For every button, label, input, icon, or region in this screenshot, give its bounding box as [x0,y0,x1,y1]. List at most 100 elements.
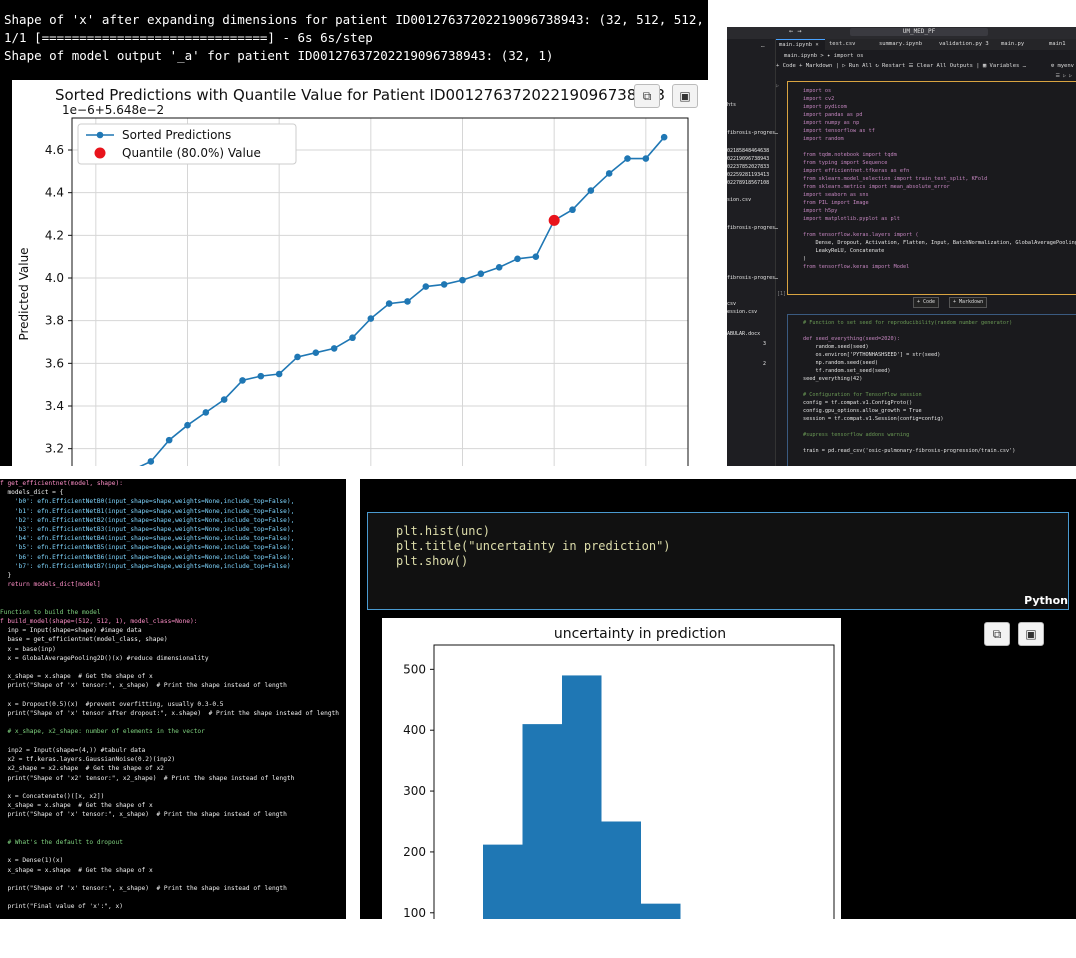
y-tick-label: 500 [403,662,426,676]
legend-label: Sorted Predictions [122,128,231,142]
y-tick-label: 3.8 [45,314,64,328]
code-line: train = pd.read_csv('osic-pulmonary-fibr… [803,448,1016,454]
code-line: 'b3': efn.EfficientNetB3(input_shape=sha… [0,526,295,534]
code-line: from tqdm.notebook import tqdm [803,152,897,158]
more-icon[interactable]: … [761,42,765,49]
code-line: print("Shape of 'x' tensor:", x_shape) #… [0,682,287,690]
breadcrumb[interactable]: main.ipynb > ✦ import os [784,53,863,59]
copy-icon[interactable]: ⧉ [634,84,660,108]
cell-1-code: import os import cv2 import pydicom import … [803,87,1076,271]
code-line: # Function to set seed for reproducibili… [803,320,1013,326]
prediction-point [294,353,301,361]
tab-validation[interactable]: validation.py 3 [936,39,995,50]
code-line: # Configuration for TensorFlow session [803,392,922,398]
output-line-3: Shape of model output '_a' for patient I… [4,48,554,63]
tab-main-py[interactable]: main.py [998,39,1041,50]
code-line: config = tf.compat.v1.ConfigProto() [803,400,913,406]
code-line: x = GlobalAveragePooling2D()(x) #reduce … [0,654,209,662]
code-line: x = Dropout(0.5)(x) #prevent overfitting… [0,700,224,708]
add-markdown-button[interactable]: + Markdown [949,297,988,308]
prediction-point [660,133,668,141]
sidebar-item[interactable]: 02259281193413 [727,172,769,178]
code-line: np.random.seed(seed) [803,360,878,366]
ide-window: ← → UM_MED_PF … hts fibrosis-progres… 02… [727,27,1076,466]
prediction-point [165,436,173,444]
uncertainty-histogram: uncertainty in prediction 100 200 300 400 500 [403,626,835,919]
tab-summary[interactable]: summary.ipynb [876,39,933,50]
code-line-3: plt.show() [396,554,469,568]
prediction-point [257,372,265,380]
code-line: x_shape = x.shape # Get the shape of x [0,802,153,810]
explorer-sidebar: … hts fibrosis-progres… 02185848464638 0… [727,39,778,466]
prediction-point [642,155,650,162]
histogram-bar [641,903,681,919]
code-line: import cv2 [803,96,835,102]
sidebar-item[interactable]: ABULAR.docx [727,331,760,337]
prediction-point [385,300,393,307]
notebook-output-panel: Shape of 'x' after expanding dimensions … [0,0,708,466]
sidebar-item[interactable]: 02185848464638 [727,148,769,154]
copy-icon[interactable]: ⧉ [984,622,1010,646]
code-line: seed_everything(42) [803,376,863,382]
sidebar-item[interactable]: fibrosis-progres… [727,130,778,136]
prediction-point [184,421,191,429]
sidebar-item[interactable]: ession.csv [727,309,757,315]
sidebar-item[interactable]: fibrosis-progres… [727,275,778,281]
notebook-toolbar-actions[interactable]: + Code + Markdown | ▷ Run All ↻ Restart … [776,63,1026,69]
sidebar-item[interactable]: sion.csv [727,197,751,203]
code-line: from sklearn.metrics import mean_absolut… [803,184,950,190]
notebook-toolbar: + Code + Markdown | ▷ Run All ↻ Restart … [776,61,1076,71]
code-line: base = get_efficientnet(model_class, sha… [0,636,168,644]
sidebar-item[interactable]: hts [727,102,736,108]
code-line: models_dict = { [0,489,64,497]
prediction-point [367,315,375,322]
prediction-point [495,264,503,271]
save-icon[interactable]: ▣ [672,84,698,108]
y-tick-label: 4.2 [45,228,64,242]
cell-toolbar-icons[interactable]: ☰ ▷ ▷ [1055,73,1072,79]
command-search[interactable]: UM_MED_PF [850,28,988,36]
sidebar-item[interactable]: fibrosis-progres… [727,225,778,231]
code-line: x_shape = x.shape # Get the shape of x [0,866,153,874]
code-line: tf.random.set_seed(seed) [803,368,891,374]
code-line: 'b2': efn.EfficientNetB2(input_shape=sha… [0,516,295,524]
sidebar-item[interactable]: 02219096738943 [727,156,769,162]
code-line: x2 = tf.keras.layers.GaussianNoise(0.2)(… [0,756,176,764]
code-line: LeakyReLU, Concatenate [803,248,885,254]
code-line: import numpy as np [803,120,860,126]
legend-quantile-swatch [94,147,106,159]
sorted-predictions-figure: Sorted Predictions with Quantile Value f… [12,80,708,466]
output-line-2: 1/1 [==============================] - 6… [4,30,373,45]
code-line: print("Final value of 'x':", x) [0,903,123,911]
code-line: ) [803,256,807,262]
prediction-point [220,396,228,403]
sidebar-item[interactable]: 02237852027833 [727,164,769,170]
tab-test-csv[interactable]: test.csv [826,39,873,50]
tab-main-ipynb[interactable]: main.ipynb × [776,39,825,51]
code-line: import efficientnet.tfkeras as efn [803,168,910,174]
sidebar-item[interactable]: 02278918567108 [727,180,769,186]
y-tick-label: 300 [403,784,426,798]
prediction-point [312,349,320,356]
save-icon[interactable]: ▣ [1018,622,1044,646]
run-cell-icon[interactable]: ▷ [776,83,779,89]
histogram-bar [522,724,562,919]
kernel-picker[interactable]: ⚙ myenv [1051,61,1074,71]
predictions-line [139,136,665,466]
cell-language-label[interactable]: Python [1024,594,1068,607]
code-line: #supress tensorflow addons warning [803,432,910,438]
nav-arrows-icon[interactable]: ← → [789,27,802,35]
add-code-button[interactable]: + Code [913,297,940,308]
code-line: print("Shape of 'x' tensor after dropout… [0,710,339,718]
tab-main1[interactable]: main1 [1046,39,1076,50]
prediction-point [569,206,576,214]
chart-title: uncertainty in prediction [554,626,726,642]
sidebar-item[interactable]: csv [727,301,736,307]
